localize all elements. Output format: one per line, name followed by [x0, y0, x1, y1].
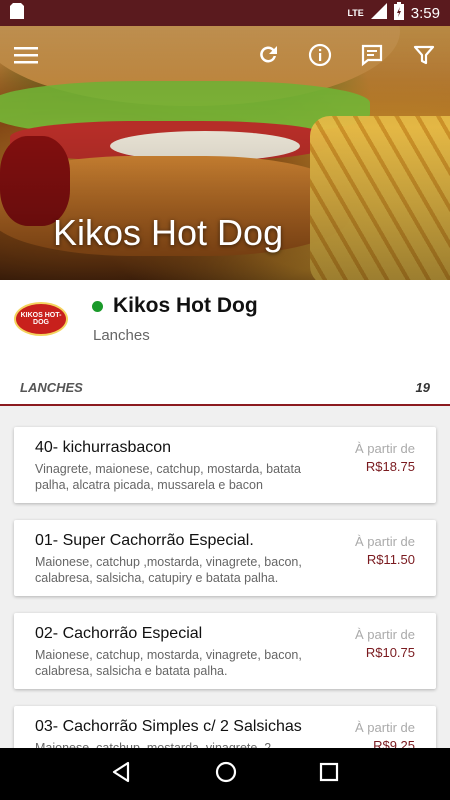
item-description: Maionese, catchup ,mostarda, vinagrete, …: [35, 555, 302, 585]
item-description: Maionese, catchup, mostarda, vinagrete, …: [35, 648, 302, 678]
menu-list: 40- kichurrasbacon Vinagrete, maionese, …: [0, 406, 450, 748]
filter-icon[interactable]: [406, 37, 442, 73]
item-price: R$10.75: [365, 645, 415, 660]
item-from-label: À partir de: [355, 441, 415, 456]
item-title: 40- kichurrasbacon: [35, 439, 172, 456]
battery-charging-icon: [393, 2, 404, 24]
clock: 3:59: [410, 4, 440, 22]
menu-item[interactable]: 01- Super Cachorrão Especial. Maionese, …: [14, 520, 436, 596]
system-nav-bar: [0, 748, 450, 800]
store-category: Lanches: [93, 327, 150, 344]
item-from-label: À partir de: [355, 534, 415, 549]
item-description: Vinagrete, maionese, catchup, mostarda, …: [35, 462, 301, 492]
store-info: KIKOS HOT-DOG Kikos Hot Dog Lanches: [0, 280, 450, 380]
menu-item[interactable]: 40- kichurrasbacon Vinagrete, maionese, …: [14, 427, 436, 503]
store-name: Kikos Hot Dog: [113, 294, 258, 317]
section-header[interactable]: LANCHES 19: [0, 370, 450, 406]
online-status-dot: [92, 301, 103, 312]
page-title: Kikos Hot Dog: [53, 212, 284, 253]
signal-icon: [370, 3, 387, 23]
menu-item[interactable]: 03- Cachorrão Simples c/ 2 Salsichas Mai…: [14, 706, 436, 748]
back-icon[interactable]: [111, 761, 133, 788]
item-title: 02- Cachorrão Especial: [35, 625, 203, 642]
menu-item[interactable]: 02- Cachorrão Especial Maionese, catchup…: [14, 613, 436, 689]
section-count: 19: [415, 379, 430, 395]
refresh-icon[interactable]: [250, 37, 286, 73]
item-price: R$11.50: [366, 552, 415, 567]
item-title: 01- Super Cachorrão Especial.: [35, 532, 254, 549]
section-name: LANCHES: [20, 379, 83, 395]
info-icon[interactable]: [302, 37, 338, 73]
item-description: Maionese, catchup, mostarda, vinagrete, …: [35, 741, 272, 748]
item-price: R$18.75: [365, 459, 415, 474]
store-logo: KIKOS HOT-DOG: [14, 302, 68, 336]
menu-icon[interactable]: [8, 37, 44, 73]
network-label: LTE: [347, 8, 364, 18]
item-from-label: À partir de: [355, 720, 415, 735]
recents-icon[interactable]: [319, 762, 339, 787]
status-bar: LTE 3:59: [0, 0, 450, 26]
item-price: R$9.25: [373, 738, 415, 748]
sd-card-icon: [10, 3, 24, 23]
home-icon[interactable]: [215, 761, 237, 788]
chat-icon[interactable]: [354, 37, 390, 73]
item-from-label: À partir de: [355, 627, 415, 642]
item-title: 03- Cachorrão Simples c/ 2 Salsichas: [35, 718, 302, 735]
toolbar: [0, 26, 450, 84]
